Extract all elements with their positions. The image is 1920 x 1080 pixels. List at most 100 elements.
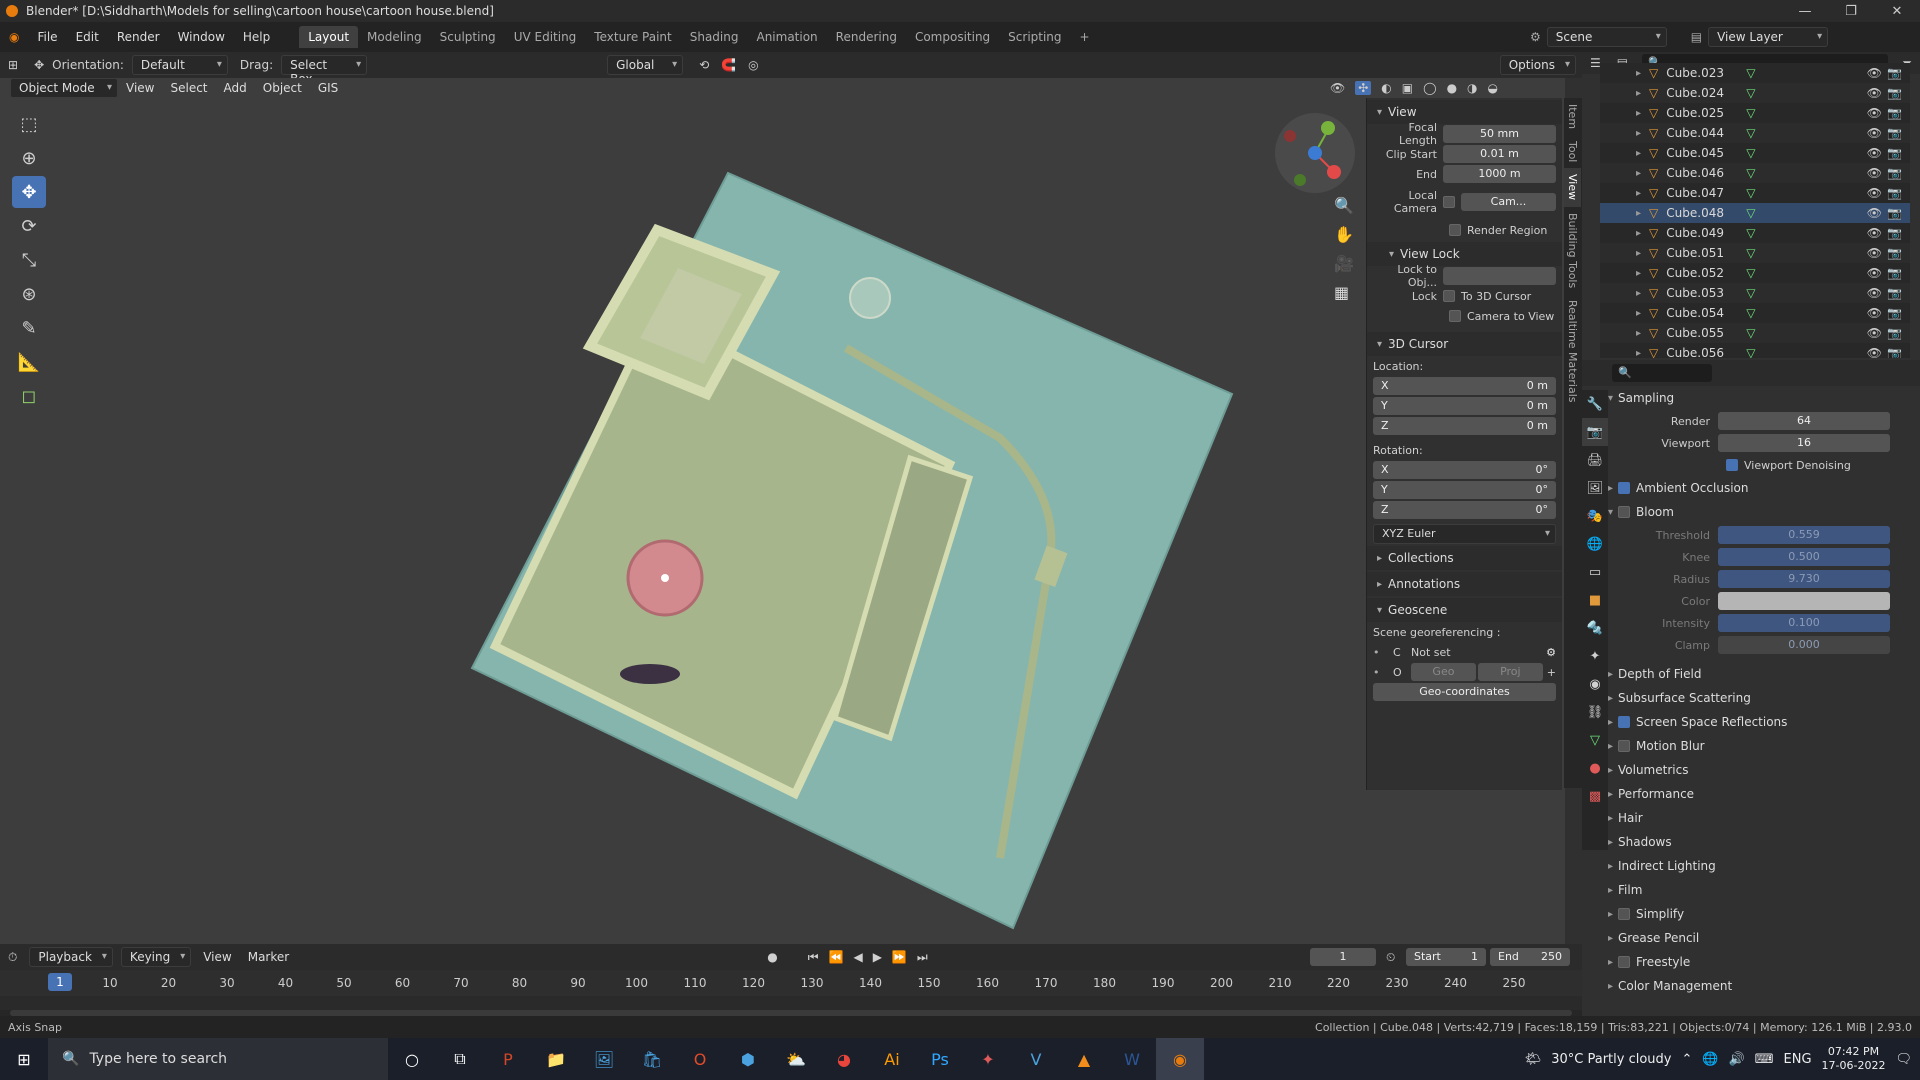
expand-arrow-icon[interactable]: ▸ [1636,328,1641,339]
visibility-eye-icon[interactable]: 👁 [1867,186,1882,200]
visibility-eye-icon[interactable]: 👁 [1867,326,1882,340]
outliner-row[interactable]: ▸ ▽ Cube.052 ▽ 👁 📷 [1600,263,1910,283]
tab-building-tools[interactable]: Building Tools [1564,207,1581,294]
tray-expand-icon[interactable]: ⌃ [1681,1052,1692,1067]
expand-arrow-icon[interactable]: ▸ [1636,268,1641,279]
radius-field[interactable]: 9.730 [1718,570,1890,588]
panel-checkbox[interactable] [1618,740,1630,752]
visibility-eye-icon[interactable]: 👁 [1867,166,1882,180]
add-crs-icon[interactable]: + [1547,666,1556,679]
visibility-eye-icon[interactable]: 👁 [1867,346,1882,358]
to-3d-cursor-checkbox[interactable] [1443,290,1455,302]
gear-icon[interactable]: ⚙ [1546,646,1556,659]
outliner-row[interactable]: ▸ ▽ Cube.046 ▽ 👁 📷 [1600,163,1910,183]
visibility-eye-icon[interactable]: 👁 [1867,106,1882,120]
annotate-tool-icon[interactable]: ✎ [12,312,46,344]
timeline-type-icon[interactable]: ⏱ [8,950,17,965]
drag-dropdown[interactable]: Select Box [281,55,368,86]
tab-view[interactable]: View [1564,168,1581,207]
panel-grease-pencil[interactable]: Grease Pencil [1582,926,1920,950]
expand-arrow-icon[interactable]: ▸ [1636,68,1641,79]
panel-indirect-lighting[interactable]: Indirect Lighting [1582,854,1920,878]
visibility-eye-icon[interactable]: 👁 [1867,146,1882,160]
cortana-icon[interactable]: ○ [388,1038,436,1080]
expand-arrow-icon[interactable]: ▸ [1636,208,1641,219]
add-workspace-button[interactable]: + [1071,26,1099,48]
geo-field[interactable]: Geo [1411,663,1476,681]
panel-freestyle[interactable]: Freestyle [1582,950,1920,974]
threshold-field[interactable]: 0.559 [1718,526,1890,544]
tab-realtime-materials[interactable]: Realtime Materials [1564,294,1581,408]
panel-screen-space-reflections[interactable]: Screen Space Reflections [1582,710,1920,734]
timeline-view-menu[interactable]: View [195,950,239,964]
panel-performance[interactable]: Performance [1582,782,1920,806]
solid-shading-icon[interactable]: ● [1447,81,1457,95]
tab-layout[interactable]: Layout [299,26,359,48]
menu-file[interactable]: File [28,30,66,44]
cursor-location-y[interactable]: Y0 m [1373,397,1556,415]
chrome-icon[interactable]: ◕ [820,1038,868,1080]
keyboard-icon[interactable]: ⌨ [1755,1052,1774,1067]
expand-arrow-icon[interactable]: ▸ [1636,108,1641,119]
overlay-icon[interactable]: ◐ [1381,81,1391,95]
add-cube-tool-icon[interactable]: ◻ [12,380,46,412]
proportional-edit-icon[interactable]: ◎ [748,58,758,72]
rotate-tool-icon[interactable]: ⟳ [12,210,46,242]
material-shading-icon[interactable]: ◑ [1467,81,1477,95]
outliner-row[interactable]: ▸ ▽ Cube.049 ▽ 👁 📷 [1600,223,1910,243]
tab-compositing[interactable]: Compositing [906,26,999,48]
panel-checkbox[interactable] [1618,956,1630,968]
snap-icon[interactable]: 🧲 [721,58,736,72]
vlc-icon[interactable]: ▲ [1060,1038,1108,1080]
volume-icon[interactable]: 🔊 [1729,1052,1745,1067]
measure-tool-icon[interactable]: 📐 [12,346,46,378]
particles-tab-icon[interactable]: ✦ [1582,642,1608,670]
expand-arrow-icon[interactable]: ▸ [1636,288,1641,299]
app-icon-2[interactable]: ⛅ [772,1038,820,1080]
texture-tab-icon[interactable]: ▩ [1582,782,1608,810]
outliner-row[interactable]: ▸ ▽ Cube.044 ▽ 👁 📷 [1600,123,1910,143]
outliner-row[interactable]: ▸ ▽ Cube.024 ▽ 👁 📷 [1600,83,1910,103]
focal-length-field[interactable]: 50 mm [1443,125,1556,143]
panel-depth-of-field[interactable]: Depth of Field [1582,662,1920,686]
render-camera-icon[interactable]: 📷 [1887,126,1902,140]
cursor-rotation-x[interactable]: X 0° [1373,461,1556,479]
playhead[interactable]: 1 [48,973,72,991]
expand-arrow-icon[interactable]: ▸ [1636,148,1641,159]
clip-start-field[interactable]: 0.01 m [1443,145,1556,163]
viewport-samples-field[interactable]: 16 [1718,434,1890,452]
render-camera-icon[interactable]: 📷 [1887,286,1902,300]
play-icon[interactable]: ▶ [873,950,882,965]
tab-item[interactable]: Item [1564,98,1581,135]
illustrator-icon[interactable]: Ai [868,1038,916,1080]
expand-arrow-icon[interactable]: ▸ [1636,128,1641,139]
ambient-occlusion-panel[interactable]: Ambient Occlusion [1582,476,1920,500]
visibility-eye-icon[interactable]: 👁 [1867,66,1882,80]
play-reverse-icon[interactable]: ◀ [853,950,862,965]
frame-ruler[interactable]: 1 10 20 30 40 50 60 70 80 90 100 110 120 130 140 150 16… [0,970,1582,996]
outliner-row[interactable]: ▸ ▽ Cube.048 ▽ 👁 📷 [1600,203,1910,223]
render-camera-icon[interactable]: 📷 [1887,206,1902,220]
panel-volumetrics[interactable]: Volumetrics [1582,758,1920,782]
weather-text[interactable]: 30°C Partly cloudy [1551,1052,1671,1067]
menu-window[interactable]: Window [169,30,234,44]
knee-field[interactable]: 0.500 [1718,548,1890,566]
collections-header[interactable]: Collections [1367,546,1562,570]
view-layer-selector[interactable]: View Layer [1708,27,1829,47]
outliner-row[interactable]: ▸ ▽ Cube.053 ▽ 👁 📷 [1600,283,1910,303]
outliner-row[interactable]: ▸ ▽ Cube.054 ▽ 👁 📷 [1600,303,1910,323]
render-camera-icon[interactable]: 📷 [1887,66,1902,80]
camera-field[interactable]: Cam... [1461,193,1556,211]
outliner-row[interactable]: ▸ ▽ Cube.023 ▽ 👁 📷 [1600,63,1910,83]
viewport-menu-select[interactable]: Select [162,81,215,95]
end-frame-field[interactable]: End 250 [1490,948,1570,966]
outliner-row[interactable]: ▸ ▽ Cube.045 ▽ 👁 📷 [1600,143,1910,163]
scene-selector[interactable]: Scene [1546,27,1667,47]
visibility-eye-icon[interactable]: 👁 [1867,306,1882,320]
panel-color-management[interactable]: Color Management [1582,974,1920,998]
properties-search[interactable]: 🔍 [1612,364,1712,382]
visibility-eye-icon[interactable]: 👁 [1867,126,1882,140]
file-explorer-icon[interactable]: 📁 [532,1038,580,1080]
data-tab-icon[interactable]: ▽ [1582,726,1608,754]
task-view-icon[interactable]: ⧉ [436,1038,484,1080]
